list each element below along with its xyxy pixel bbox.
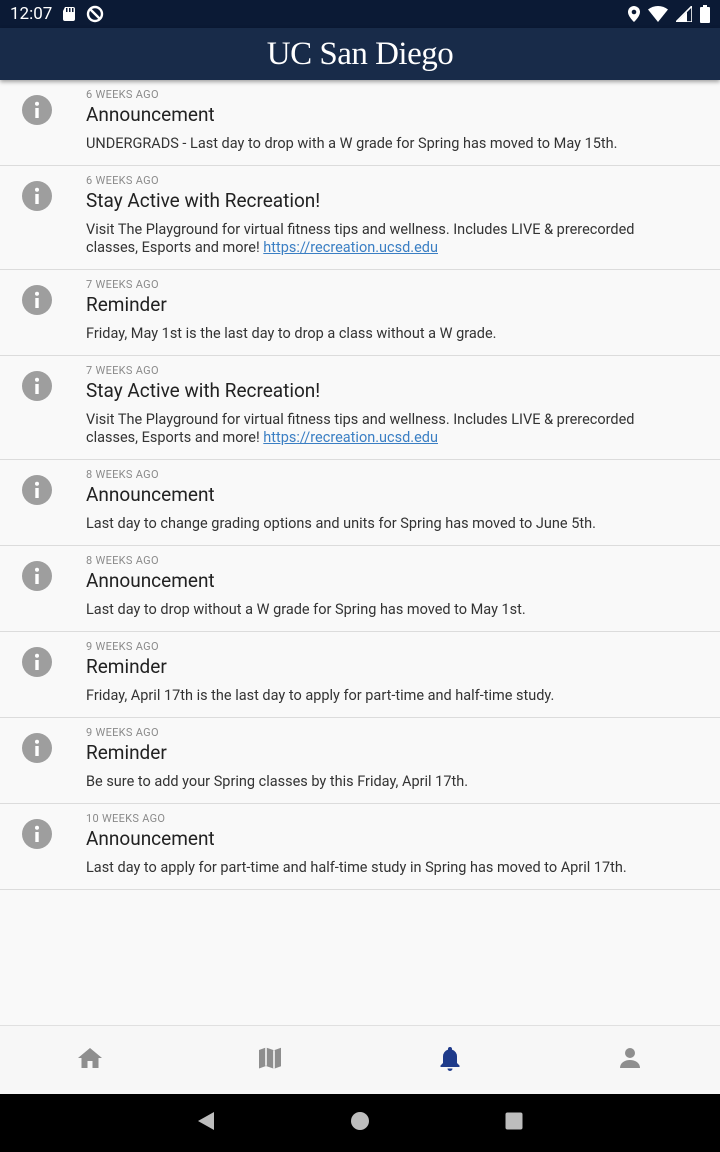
notification-item[interactable]: 9 WEEKS AGO Reminder Friday, April 17th is… (0, 632, 720, 718)
notification-timestamp: 9 WEEKS AGO (86, 726, 159, 739)
notification-title: Announcement (86, 827, 215, 850)
status-time: 12:07 (10, 4, 53, 24)
notification-item[interactable]: 6 WEEKS AGO Announcement UNDERGRADS - Last… (0, 80, 720, 166)
notification-body-text: Be sure to add your Spring classes by th… (86, 773, 469, 790)
notification-item[interactable]: 7 WEEKS AGO Reminder Friday, May 1st is th… (0, 270, 720, 356)
notification-item[interactable]: 6 WEEKS AGO Stay Active with Recreation! V… (0, 166, 720, 270)
do-not-disturb-icon (86, 5, 104, 23)
nav-tab-home[interactable] (0, 1026, 180, 1094)
wifi-icon (648, 6, 668, 22)
map-icon (257, 1046, 283, 1074)
notification-item[interactable]: 8 WEEKS AGO Announcement Last day to chang… (0, 460, 720, 546)
bottom-navigation (0, 1025, 720, 1094)
notification-item[interactable]: 9 WEEKS AGO Reminder Be sure to add your S… (0, 718, 720, 804)
person-icon (618, 1046, 642, 1074)
notification-item[interactable]: 8 WEEKS AGO Announcement Last day to drop … (0, 546, 720, 632)
notification-body: Last day to change grading options and u… (86, 515, 690, 533)
notification-title: Announcement (86, 569, 215, 592)
back-triangle-icon (197, 1111, 215, 1135)
notification-title: Reminder (86, 655, 167, 678)
notification-body: Friday, May 1st is the last day to drop … (86, 325, 690, 343)
notification-link[interactable]: https://recreation.ucsd.edu (263, 429, 438, 446)
home-icon (77, 1046, 103, 1074)
notification-body-text: Last day to change grading options and u… (86, 515, 596, 532)
notification-link[interactable]: https://recreation.ucsd.edu (263, 239, 438, 256)
notification-body: Visit The Playground for virtual fitness… (86, 411, 690, 447)
system-navigation-bar (0, 1094, 720, 1152)
notification-body: Visit The Playground for virtual fitness… (86, 221, 690, 257)
back-button[interactable] (129, 1111, 283, 1135)
notification-title: Reminder (86, 741, 167, 764)
notification-timestamp: 6 WEEKS AGO (86, 174, 159, 187)
sd-card-icon (62, 6, 76, 22)
notification-timestamp: 7 WEEKS AGO (86, 278, 159, 291)
recents-button[interactable] (437, 1112, 591, 1134)
notification-body: UNDERGRADS - Last day to drop with a W g… (86, 135, 690, 153)
home-circle-icon (350, 1111, 370, 1135)
info-icon (22, 285, 52, 315)
notification-body-text: Last day to drop without a W grade for S… (86, 601, 526, 618)
app-header: UC San Diego (0, 28, 720, 80)
battery-icon (700, 5, 710, 23)
notification-body-text: Friday, April 17th is the last day to ap… (86, 687, 555, 704)
home-button[interactable] (283, 1111, 437, 1135)
notification-body: Be sure to add your Spring classes by th… (86, 773, 690, 791)
notification-title: Stay Active with Recreation! (86, 189, 321, 212)
info-icon (22, 371, 52, 401)
info-icon (22, 181, 52, 211)
nav-tab-map[interactable] (180, 1026, 360, 1094)
info-icon (22, 733, 52, 763)
notification-body: Friday, April 17th is the last day to ap… (86, 687, 690, 705)
notification-title: Announcement (86, 103, 215, 126)
bell-icon (439, 1045, 461, 1075)
notification-timestamp: 7 WEEKS AGO (86, 364, 159, 377)
cellular-signal-icon (676, 6, 692, 22)
notification-title: Announcement (86, 483, 215, 506)
nav-tab-notifications[interactable] (360, 1026, 540, 1094)
notification-title: Stay Active with Recreation! (86, 379, 321, 402)
notification-timestamp: 6 WEEKS AGO (86, 88, 159, 101)
status-bar: 12:07 (0, 0, 720, 28)
notification-timestamp: 9 WEEKS AGO (86, 640, 159, 653)
info-icon (22, 475, 52, 505)
app-logo-title: UC San Diego (266, 35, 454, 72)
notification-body-text: Last day to apply for part-time and half… (86, 859, 627, 876)
notification-body-text: UNDERGRADS - Last day to drop with a W g… (86, 135, 618, 152)
recents-square-icon (505, 1112, 523, 1134)
notification-title: Reminder (86, 293, 167, 316)
info-icon (22, 819, 52, 849)
info-icon (22, 95, 52, 125)
location-icon (628, 6, 640, 22)
notification-body: Last day to apply for part-time and half… (86, 859, 690, 877)
notifications-list[interactable]: 6 WEEKS AGO Announcement UNDERGRADS - Last… (0, 80, 720, 1025)
notification-body-text: Friday, May 1st is the last day to drop … (86, 325, 497, 342)
nav-tab-profile[interactable] (540, 1026, 720, 1094)
notification-body: Last day to drop without a W grade for S… (86, 601, 690, 619)
info-icon (22, 647, 52, 677)
notification-timestamp: 8 WEEKS AGO (86, 554, 159, 567)
notification-timestamp: 8 WEEKS AGO (86, 468, 159, 481)
info-icon (22, 561, 52, 591)
notification-item[interactable]: 7 WEEKS AGO Stay Active with Recreation! V… (0, 356, 720, 460)
notification-item[interactable]: 10 WEEKS AGO Announcement Last day to appl… (0, 804, 720, 890)
notification-timestamp: 10 WEEKS AGO (86, 812, 166, 825)
